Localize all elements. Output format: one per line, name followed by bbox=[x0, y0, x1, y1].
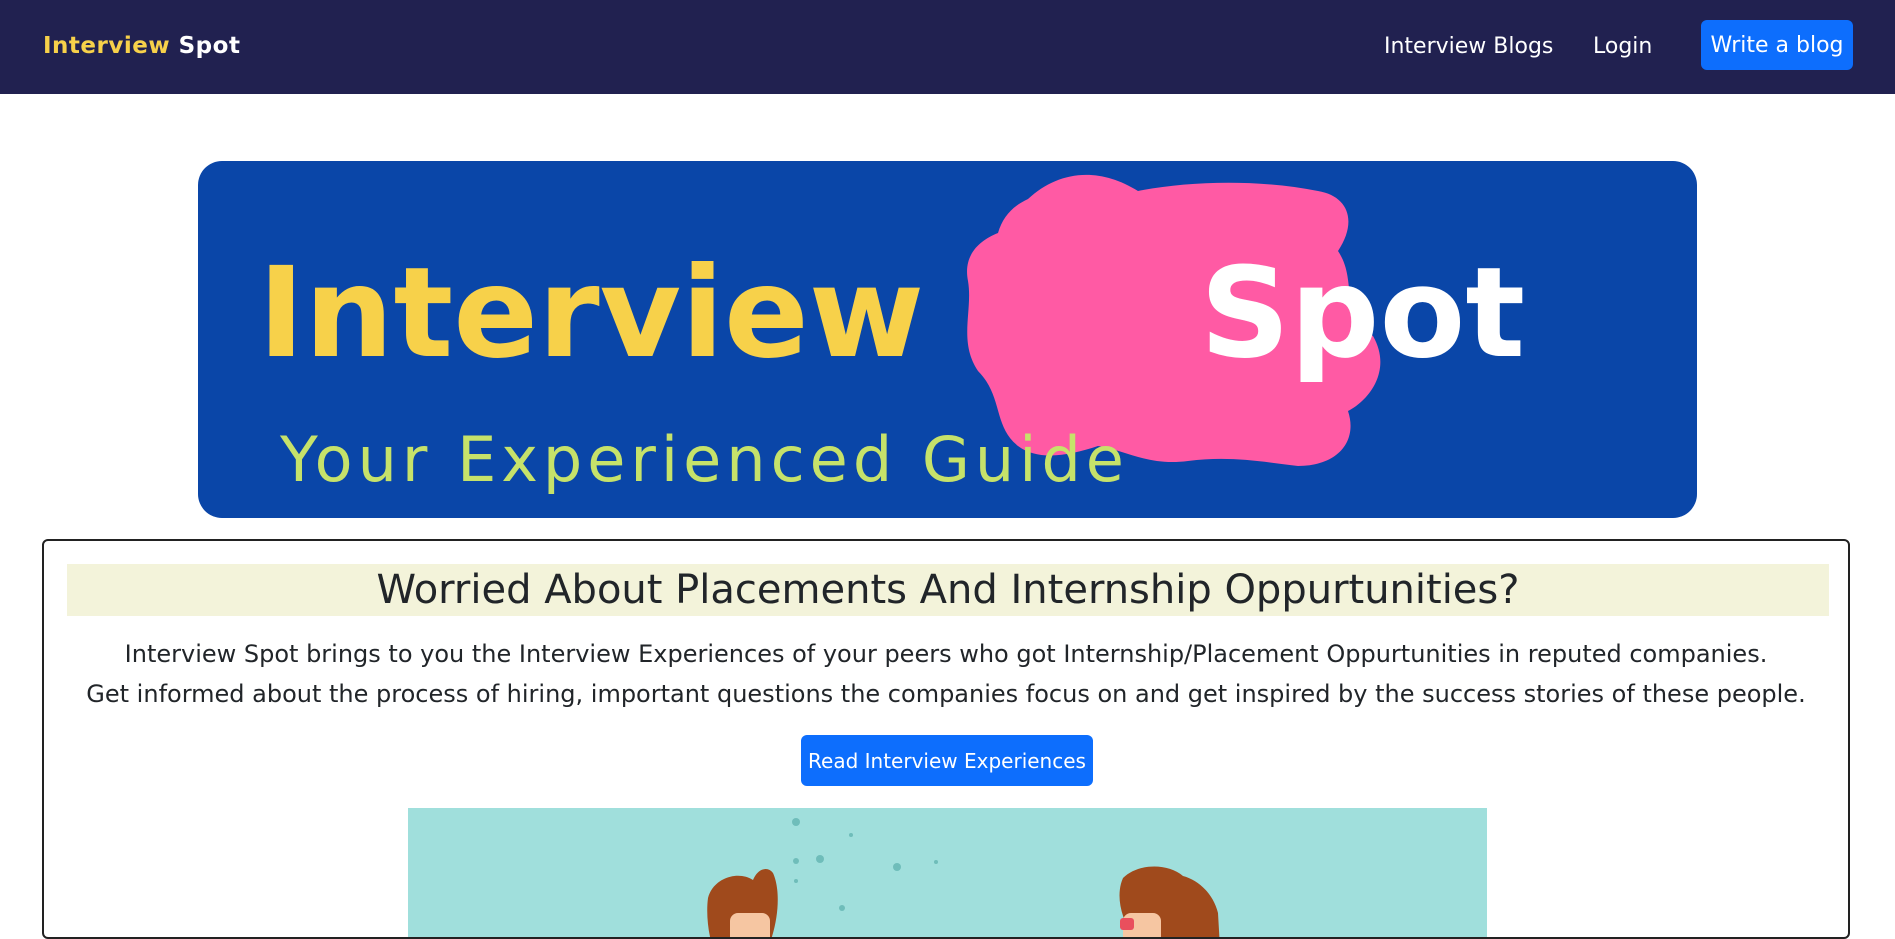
nav-link-login[interactable]: Login bbox=[1593, 34, 1652, 59]
hero-banner-graphic: Interview Spot Your Experienced Guide bbox=[258, 174, 1525, 496]
interview-illustration bbox=[408, 808, 1487, 937]
hero-title-interview: Interview bbox=[258, 241, 924, 386]
intro-description-line-1: Interview Spot brings to you the Intervi… bbox=[124, 640, 1768, 668]
person-right bbox=[1119, 866, 1220, 937]
nav-link-interview-blogs[interactable]: Interview Blogs bbox=[1384, 34, 1553, 59]
write-blog-button[interactable]: Write a blog bbox=[1701, 20, 1853, 70]
brand-word-interview: Interview bbox=[43, 33, 171, 59]
person-left bbox=[707, 868, 778, 937]
hero-banner: Interview Spot Your Experienced Guide bbox=[198, 161, 1697, 518]
navbar: Interview Spot Interview Blogs Login Wri… bbox=[0, 0, 1895, 94]
intro-card: Worried About Placements And Internship … bbox=[42, 539, 1850, 939]
headline-highlight: Worried About Placements And Internship … bbox=[67, 564, 1829, 616]
brand-word-spot: Spot bbox=[178, 33, 241, 59]
intro-headline: Worried About Placements And Internship … bbox=[376, 567, 1520, 613]
illustration-graphic bbox=[707, 818, 1220, 937]
read-experiences-button[interactable]: Read Interview Experiences bbox=[801, 735, 1093, 786]
brand-logo[interactable]: Interview Spot bbox=[43, 33, 240, 59]
illustration-dots bbox=[792, 818, 938, 911]
hero-title-spot: Spot bbox=[1200, 241, 1525, 386]
hero-tagline: Your Experienced Guide bbox=[279, 423, 1129, 496]
intro-description-line-2: Get informed about the process of hiring… bbox=[86, 680, 1806, 708]
